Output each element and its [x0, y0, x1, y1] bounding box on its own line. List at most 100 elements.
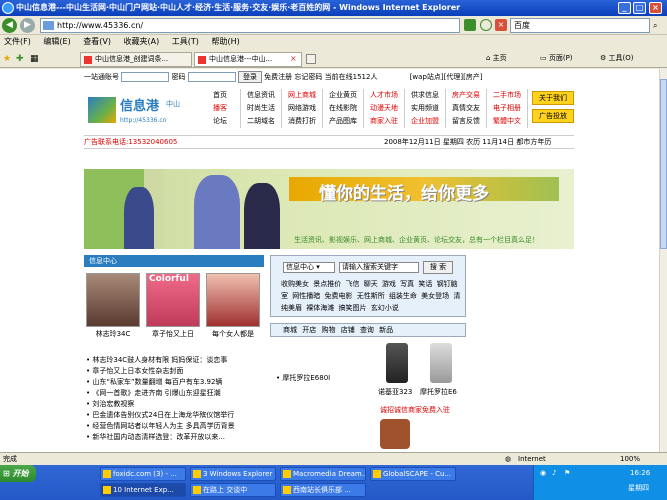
hot-link[interactable]: 搞笑图片 — [338, 304, 366, 312]
site-logo[interactable]: 信息港 中山 http://45336.cn — [88, 89, 196, 127]
maximize-button[interactable]: □ — [633, 2, 646, 14]
tab-list-icon[interactable]: ▦ — [30, 54, 39, 64]
shop-tab[interactable]: 开店 — [302, 326, 316, 334]
phone-image[interactable] — [430, 343, 452, 383]
hot-link[interactable]: 收购美女 — [281, 280, 309, 288]
taskbar-item[interactable]: foxidc.com (3) - ... — [100, 467, 186, 481]
shop-tab[interactable]: 购物 — [321, 326, 335, 334]
taskbar-item[interactable]: GlobalSCAPE - Cu... — [370, 467, 456, 481]
nav-podcast[interactable]: 播客 — [200, 102, 241, 115]
thumb-image[interactable]: Colorful — [146, 273, 200, 327]
password-input[interactable] — [187, 72, 236, 82]
nav-yellowpages[interactable]: 企业黄页 — [323, 89, 364, 102]
taskbar-item[interactable]: 西南站长俱乐部 ... — [280, 483, 366, 497]
hot-link[interactable]: 玄幻小说 — [371, 304, 399, 312]
nav-games[interactable]: 网络游戏 — [282, 102, 323, 115]
go-icon[interactable] — [464, 19, 476, 31]
close-tab-icon[interactable]: × — [290, 54, 297, 63]
taskbar-item[interactable]: 在路上 交谈中 — [190, 483, 276, 497]
nav-realestate[interactable]: 房产交易 — [446, 89, 487, 102]
stop-icon[interactable]: × — [495, 19, 507, 31]
search-button[interactable]: 搜 索 — [423, 261, 453, 274]
window-titlebar[interactable]: 中山信息港---中山生活网·中山门户网站·中山人才·经济·生活·服务·交友·娱乐… — [0, 0, 667, 16]
banner[interactable]: 懂你的生活，给你更多 生活资讯、影视娱乐、网上商城、企业黄页、论坛交友，总有一个… — [84, 169, 574, 249]
tab-1[interactable]: 中山信息港_创建词条... — [80, 52, 192, 67]
thumb-image[interactable] — [86, 273, 140, 327]
list-item[interactable]: • 山东“私家车”数量翻增 每百户有车3.92辆 — [86, 377, 268, 388]
thumb-caption[interactable]: 林志玲34C — [83, 329, 143, 339]
nav-info[interactable]: 信息资讯 — [241, 89, 282, 102]
ad-button[interactable]: 广告投放 — [532, 109, 574, 123]
nav-home[interactable]: 首页 — [200, 89, 241, 102]
nav-merchant[interactable]: 商家入驻 — [364, 115, 405, 128]
login-button[interactable]: 登录 — [237, 71, 262, 83]
nav-traditional[interactable]: 繁體中文 — [487, 115, 528, 128]
thumb-caption[interactable]: 每个女人都是 — [203, 329, 263, 339]
tray-icon[interactable]: ♪ — [552, 469, 556, 477]
clock[interactable]: 16:26 — [630, 469, 650, 477]
hot-link[interactable]: 无性斯所 — [357, 292, 385, 300]
nav-jobs[interactable]: 人才市场 — [364, 89, 405, 102]
url-input[interactable]: http://www.45336.cn/ — [40, 18, 460, 33]
nav-join[interactable]: 企业加盟 — [405, 115, 446, 128]
taskbar-item[interactable]: 3 Windows Explorer — [190, 467, 276, 481]
hot-link[interactable]: 写真 — [400, 280, 414, 288]
house-link[interactable]: [房产] — [463, 73, 482, 81]
menu-tools[interactable]: 工具(T) — [172, 37, 199, 46]
menu-help[interactable]: 帮助(H) — [211, 37, 239, 46]
start-button[interactable]: ⊞ 开始 — [0, 465, 36, 482]
menu-view[interactable]: 查看(V) — [83, 37, 111, 46]
refresh-icon[interactable] — [480, 19, 492, 31]
hot-link[interactable]: 免费电影 — [324, 292, 352, 300]
hot-link[interactable]: 笑话 — [418, 280, 432, 288]
back-icon[interactable]: ◀ — [2, 18, 17, 33]
list-item[interactable]: • 章子怡又上日本女性杂志封面 — [86, 366, 268, 377]
phone-image[interactable] — [386, 343, 408, 383]
favorites-star-icon[interactable]: ★ — [3, 54, 11, 64]
menu-edit[interactable]: 编辑(E) — [43, 37, 70, 46]
nav-discount[interactable]: 消费打折 — [282, 115, 323, 128]
search-input[interactable]: 百度 — [510, 18, 650, 33]
register-link[interactable]: 免费注册 — [264, 73, 292, 81]
shop-tab[interactable]: 店铺 — [341, 326, 355, 334]
zoom-level[interactable]: 100% — [620, 453, 640, 465]
hot-link[interactable]: 游戏 — [382, 280, 396, 288]
keyword-input[interactable]: 请输入搜索关键字 — [339, 262, 419, 273]
forward-icon[interactable]: ▶ — [20, 18, 35, 33]
about-us-button[interactable]: 关于我们 — [532, 91, 574, 105]
add-favorite-icon[interactable]: ✚ — [16, 54, 24, 64]
list-item[interactable]: • 巴金遗体告别仪式24日在上海龙华殡仪馆举行 — [86, 410, 268, 421]
scrollbar-thumb[interactable] — [660, 79, 667, 249]
nav-gallery[interactable]: 产品图库 — [323, 115, 364, 128]
tab-2[interactable]: 中山信息港---中山... — [194, 52, 302, 67]
tools-menu[interactable]: ⚙ 工具(O) — [600, 53, 634, 64]
category-select[interactable]: 信息中心 ▾ — [283, 262, 335, 273]
thumb-caption[interactable]: 章子怡又上日 — [143, 329, 203, 339]
nav-dating[interactable]: 真情交友 — [446, 102, 487, 115]
list-item[interactable]: • 新华社国内动态清样选登：改革开放以来... — [86, 432, 268, 443]
hot-link[interactable]: 美女登场 — [421, 292, 449, 300]
nav-feedback[interactable]: 留言反馈 — [446, 115, 487, 128]
taskbar-item[interactable]: Macromedia Dream... — [280, 467, 366, 481]
menu-favorites[interactable]: 收藏夹(A) — [124, 37, 160, 46]
nav-anime[interactable]: 动漫天地 — [364, 102, 405, 115]
nav-secondhand[interactable]: 二手市场 — [487, 89, 528, 102]
hot-link[interactable]: 景点推价 — [313, 280, 341, 288]
shop-tab[interactable]: 商城 — [283, 326, 297, 334]
nav-practical[interactable]: 实用频道 — [405, 102, 446, 115]
hot-link[interactable]: 聊天 — [364, 280, 378, 288]
nav-cinema[interactable]: 在线影院 — [323, 102, 364, 115]
nav-mall[interactable]: 网上商城 — [282, 89, 323, 102]
nav-domain[interactable]: 二胡域名 — [241, 115, 282, 128]
wap-link[interactable]: [wap站点] — [410, 73, 444, 81]
hot-link[interactable]: 裸体海滩 — [306, 304, 334, 312]
taskbar-item[interactable]: 10 Internet Exp... — [100, 483, 186, 497]
new-tab-icon[interactable] — [306, 54, 316, 64]
account-input[interactable] — [121, 72, 170, 82]
hot-link[interactable]: 组装生命 — [389, 292, 417, 300]
agent-link[interactable]: [代理] — [444, 73, 463, 81]
product-note[interactable]: 诚招诚信商家免费入驻 — [380, 405, 450, 415]
hot-link[interactable]: 飞信 — [345, 280, 359, 288]
list-item[interactable]: • 林志玲34C鼓人身材有限 妈妈保证：谈恋事 — [86, 355, 268, 366]
minimize-button[interactable]: _ — [618, 2, 631, 14]
